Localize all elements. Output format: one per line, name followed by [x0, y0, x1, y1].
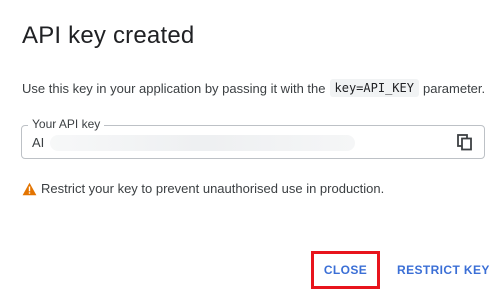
dialog-title: API key created [22, 22, 195, 49]
api-key-field-label: Your API key [28, 117, 105, 131]
warning-text: Restrict your key to prevent unauthorise… [41, 181, 385, 196]
api-key-field[interactable]: Your API key AI [21, 117, 485, 159]
warning-message: Restrict your key to prevent unauthorise… [22, 181, 384, 196]
copy-icon[interactable] [456, 133, 474, 151]
redacted-key-mask [50, 135, 355, 151]
close-button[interactable]: CLOSE [311, 251, 380, 289]
api-key-dialog: API key created Use this key in your app… [0, 0, 502, 298]
dialog-description: Use this key in your application by pass… [22, 79, 485, 97]
restrict-key-button[interactable]: RESTRICT KEY [391, 253, 496, 287]
api-key-value[interactable]: AI [32, 135, 44, 150]
warning-icon [22, 182, 37, 196]
code-param: key=API_KEY [329, 79, 419, 97]
description-prefix: Use this key in your application by pass… [22, 80, 326, 96]
description-suffix: parameter. [422, 80, 486, 96]
